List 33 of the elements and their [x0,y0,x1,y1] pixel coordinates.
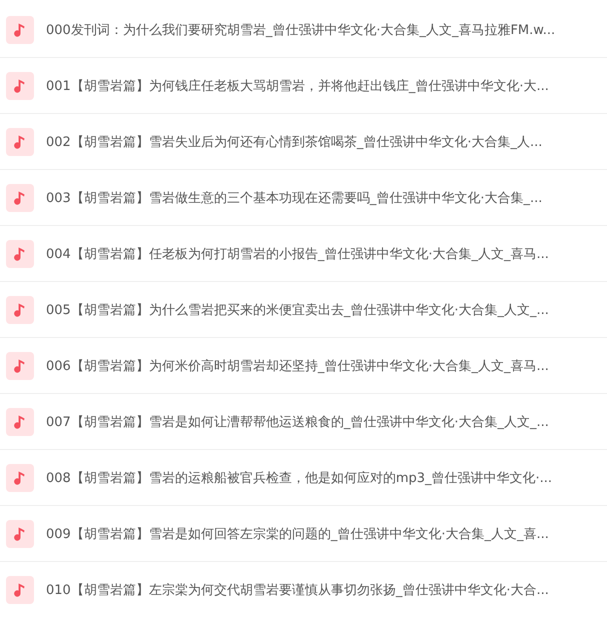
music-note-icon [6,72,34,100]
track-title: 003【胡雪岩篇】雪岩做生意的三个基本功现在还需要吗_曾仕强讲中华文化·大合集_... [46,190,542,206]
music-note-icon [6,464,34,492]
track-title: 002【胡雪岩篇】雪岩失业后为何还有心情到茶馆喝茶_曾仕强讲中华文化·大合集_人... [46,134,542,150]
track-title: 004【胡雪岩篇】任老板为何打胡雪岩的小报告_曾仕强讲中华文化·大合集_人文_喜马... [46,246,549,262]
track-row[interactable]: 007【胡雪岩篇】雪岩是如何让漕帮帮他运送粮食的_曾仕强讲中华文化·大合集_人文_... [0,394,607,450]
track-row[interactable]: 010【胡雪岩篇】左宗棠为何交代胡雪岩要谨慎从事切勿张扬_曾仕强讲中华文化·大合... [0,562,607,617]
track-title: 010【胡雪岩篇】左宗棠为何交代胡雪岩要谨慎从事切勿张扬_曾仕强讲中华文化·大合... [46,582,549,598]
track-title: 006【胡雪岩篇】为何米价高时胡雪岩却还坚持_曾仕强讲中华文化·大合集_人文_喜马... [46,358,549,374]
music-note-icon [6,520,34,548]
track-title: 009【胡雪岩篇】雪岩是如何回答左宗棠的问题的_曾仕强讲中华文化·大合集_人文_喜... [46,526,549,542]
track-row[interactable]: 002【胡雪岩篇】雪岩失业后为何还有心情到茶馆喝茶_曾仕强讲中华文化·大合集_人... [0,114,607,170]
music-note-icon [6,352,34,380]
music-note-icon [6,240,34,268]
track-row[interactable]: 000发刊词：为什么我们要研究胡雪岩_曾仕强讲中华文化·大合集_人文_喜马拉雅FM.w... [0,2,607,58]
track-title: 000发刊词：为什么我们要研究胡雪岩_曾仕强讲中华文化·大合集_人文_喜马拉雅FM.w... [46,22,556,38]
track-title: 001【胡雪岩篇】为何钱庄任老板大骂胡雪岩，并将他赶出钱庄_曾仕强讲中华文化·大... [46,78,549,94]
music-note-icon [6,16,34,44]
music-note-icon [6,296,34,324]
track-row[interactable]: 008【胡雪岩篇】雪岩的运粮船被官兵检查，他是如何应对的mp3_曾仕强讲中华文化·... [0,450,607,506]
track-row[interactable]: 009【胡雪岩篇】雪岩是如何回答左宗棠的问题的_曾仕强讲中华文化·大合集_人文_喜... [0,506,607,562]
track-row[interactable]: 003【胡雪岩篇】雪岩做生意的三个基本功现在还需要吗_曾仕强讲中华文化·大合集_... [0,170,607,226]
track-row[interactable]: 001【胡雪岩篇】为何钱庄任老板大骂胡雪岩，并将他赶出钱庄_曾仕强讲中华文化·大... [0,58,607,114]
track-row[interactable]: 005【胡雪岩篇】为什么雪岩把买来的米便宜卖出去_曾仕强讲中华文化·大合集_人文_... [0,282,607,338]
music-note-icon [6,128,34,156]
track-title: 008【胡雪岩篇】雪岩的运粮船被官兵检查，他是如何应对的mp3_曾仕强讲中华文化·... [46,470,552,486]
track-title: 007【胡雪岩篇】雪岩是如何让漕帮帮他运送粮食的_曾仕强讲中华文化·大合集_人文_... [46,414,549,430]
music-note-icon [6,408,34,436]
track-row[interactable]: 004【胡雪岩篇】任老板为何打胡雪岩的小报告_曾仕强讲中华文化·大合集_人文_喜马... [0,226,607,282]
track-row[interactable]: 006【胡雪岩篇】为何米价高时胡雪岩却还坚持_曾仕强讲中华文化·大合集_人文_喜马... [0,338,607,394]
music-note-icon [6,184,34,212]
music-note-icon [6,576,34,604]
track-title: 005【胡雪岩篇】为什么雪岩把买来的米便宜卖出去_曾仕强讲中华文化·大合集_人文_... [46,302,549,318]
